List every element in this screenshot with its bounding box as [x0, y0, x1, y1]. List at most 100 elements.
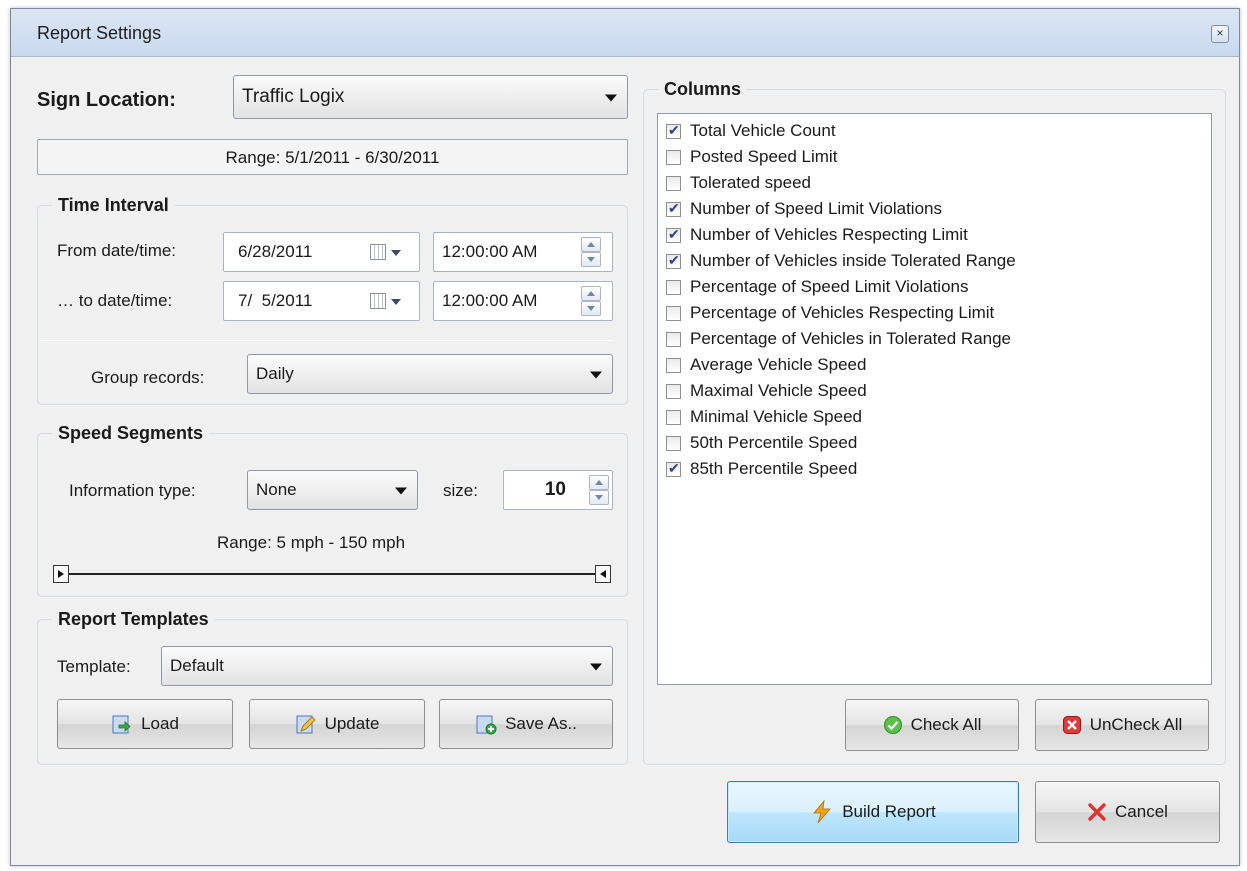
column-checkbox-row[interactable]: Posted Speed Limit [666, 144, 837, 170]
build-report-label: Build Report [842, 802, 936, 821]
calendar-icon[interactable] [370, 244, 386, 260]
column-checkbox-label: Number of Vehicles Respecting Limit [690, 225, 968, 244]
spin-up-icon[interactable] [581, 286, 601, 301]
update-button[interactable]: Update [249, 699, 425, 749]
checkbox-unchecked[interactable] [666, 383, 681, 399]
chevron-down-icon[interactable] [391, 299, 401, 305]
from-time-value: 12:00:00 AM [442, 242, 538, 261]
close-icon[interactable]: × [1211, 25, 1229, 43]
spin-down-icon[interactable] [581, 252, 601, 267]
column-checkbox-label: Total Vehicle Count [690, 121, 836, 140]
spin-down-icon[interactable] [581, 301, 601, 316]
spin-up-icon[interactable] [589, 475, 609, 490]
from-datetime-label: From date/time: [57, 241, 177, 260]
from-date-picker[interactable]: 6/28/2011 [223, 232, 420, 272]
column-checkbox-label: 50th Percentile Speed [690, 433, 858, 452]
uncheck-all-button[interactable]: UnCheck All [1035, 699, 1209, 751]
checkbox-unchecked[interactable] [666, 435, 681, 451]
load-icon [112, 715, 131, 734]
report-settings-window: Report Settings × Sign Location: Traffic… [10, 8, 1240, 866]
column-checkbox-row[interactable]: Maximal Vehicle Speed [666, 378, 867, 404]
column-checkbox-label: Posted Speed Limit [690, 147, 838, 166]
chevron-down-icon[interactable] [391, 250, 401, 256]
check-all-label: Check All [910, 715, 982, 734]
checkbox-unchecked[interactable] [666, 279, 681, 295]
column-checkbox-row[interactable]: Number of Vehicles Respecting Limit [666, 222, 968, 248]
save-as-label: Save As.. [505, 714, 577, 733]
information-type-dropdown[interactable]: None [247, 470, 418, 510]
to-time-value: 12:00:00 AM [442, 291, 538, 310]
chevron-down-icon [590, 371, 602, 379]
checkbox-unchecked[interactable] [666, 175, 681, 191]
check-circle-icon [883, 716, 902, 734]
column-checkbox-row[interactable]: Number of Speed Limit Violations [666, 196, 942, 222]
column-checkbox-label: Percentage of Vehicles Respecting Limit [690, 303, 995, 322]
load-label: Load [141, 714, 179, 733]
speed-range-text: Range: 5 mph - 150 mph [217, 533, 406, 552]
from-date-value: 6/28/2011 [238, 242, 313, 261]
columns-checklist[interactable]: Total Vehicle Count Posted Speed Limit Tol… [657, 113, 1212, 685]
to-date-picker[interactable]: 7/ 5/2011 [223, 281, 420, 321]
cancel-label: Cancel [1115, 802, 1168, 821]
checkbox-unchecked[interactable] [666, 149, 681, 165]
checkbox-checked[interactable] [666, 460, 681, 477]
spin-up-icon[interactable] [581, 237, 601, 252]
checkbox-checked[interactable] [666, 226, 681, 243]
group-records-dropdown[interactable]: Daily [247, 354, 613, 394]
calendar-icon[interactable] [370, 293, 386, 309]
column-checkbox-row[interactable]: Percentage of Vehicles in Tolerated Rang… [666, 326, 1011, 352]
checkbox-checked[interactable] [666, 122, 681, 139]
template-dropdown[interactable]: Default [161, 646, 613, 686]
speed-segments-title: Speed Segments [52, 423, 210, 444]
slider-high-handle[interactable] [595, 565, 611, 583]
information-type-label: Information type: [69, 481, 196, 500]
update-label: Update [324, 714, 380, 733]
to-time-spinner[interactable] [581, 286, 601, 316]
slider-low-handle[interactable] [53, 565, 69, 583]
column-checkbox-label: Average Vehicle Speed [690, 355, 867, 374]
column-checkbox-row[interactable]: Total Vehicle Count [666, 118, 836, 144]
report-templates-title: Report Templates [52, 609, 215, 630]
column-checkbox-label: Tolerated speed [690, 173, 811, 192]
checkbox-unchecked[interactable] [666, 357, 681, 373]
column-checkbox-label: 85th Percentile Speed [690, 459, 858, 478]
column-checkbox-label: Percentage of Speed Limit Violations [690, 277, 969, 296]
save-as-button[interactable]: Save As.. [439, 699, 613, 749]
load-button[interactable]: Load [57, 699, 233, 749]
column-checkbox-row[interactable]: Minimal Vehicle Speed [666, 404, 862, 430]
group-records-value: Daily [256, 364, 294, 383]
checkbox-checked[interactable] [666, 200, 681, 217]
checkbox-unchecked[interactable] [666, 305, 681, 321]
check-all-button[interactable]: Check All [845, 699, 1019, 751]
column-checkbox-row[interactable]: Average Vehicle Speed [666, 352, 866, 378]
checkbox-checked[interactable] [666, 252, 681, 269]
column-checkbox-row[interactable]: 85th Percentile Speed [666, 456, 857, 482]
window-title: Report Settings [37, 23, 162, 43]
to-date-value: 7/ 5/2011 [238, 291, 313, 310]
from-time-spinner[interactable] [581, 237, 601, 267]
checkbox-unchecked[interactable] [666, 409, 681, 425]
column-checkbox-row[interactable]: Number of Vehicles inside Tolerated Rang… [666, 248, 1016, 274]
group-records-label: Group records: [91, 368, 205, 387]
column-checkbox-row[interactable]: 50th Percentile Speed [666, 430, 857, 456]
time-interval-title: Time Interval [52, 195, 175, 216]
speed-range-slider[interactable] [53, 561, 613, 587]
build-report-button[interactable]: Build Report [727, 781, 1019, 843]
cancel-button[interactable]: Cancel [1035, 781, 1220, 843]
sign-location-label: Sign Location: [37, 89, 176, 111]
checkbox-unchecked[interactable] [666, 331, 681, 347]
template-label: Template: [57, 657, 131, 676]
sign-location-dropdown[interactable]: Traffic Logix [233, 75, 628, 119]
date-range-text: Range: 5/1/2011 - 6/30/2011 [225, 148, 440, 167]
slider-track[interactable] [55, 573, 611, 575]
column-checkbox-row[interactable]: Tolerated speed [666, 170, 811, 196]
spin-down-icon[interactable] [589, 490, 609, 505]
column-checkbox-row[interactable]: Percentage of Vehicles Respecting Limit [666, 300, 994, 326]
template-value: Default [170, 656, 224, 675]
size-spinner[interactable] [589, 475, 609, 505]
size-value: 10 [544, 479, 566, 500]
to-datetime-label: … to date/time: [57, 291, 173, 310]
divider [41, 340, 613, 341]
column-checkbox-label: Percentage of Vehicles in Tolerated Rang… [690, 329, 1012, 348]
column-checkbox-row[interactable]: Percentage of Speed Limit Violations [666, 274, 968, 300]
